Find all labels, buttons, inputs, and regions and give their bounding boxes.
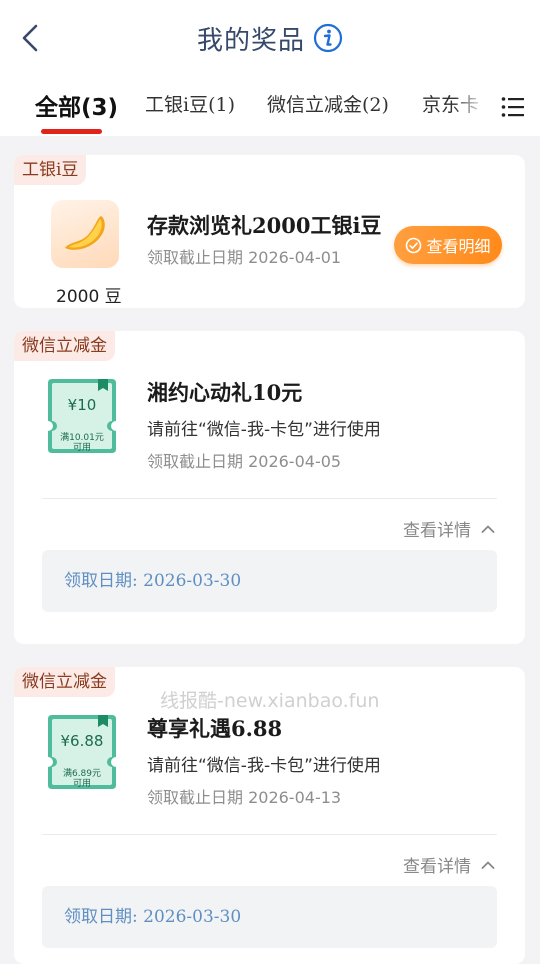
toggle-details-button[interactable]: 查看详情 bbox=[403, 852, 495, 877]
toggle-details-label: 查看详情 bbox=[403, 857, 471, 877]
coupon-image: ¥6.88 满6.89元 可用 bbox=[46, 713, 118, 791]
view-details-button[interactable]: 查看明细 bbox=[394, 226, 502, 264]
info-icon[interactable] bbox=[313, 23, 343, 53]
divider bbox=[42, 834, 497, 835]
chevron-up-icon bbox=[481, 861, 495, 869]
toggle-details-button[interactable]: 查看详情 bbox=[403, 516, 495, 541]
coupon-amount: ¥10 bbox=[67, 396, 97, 414]
prize-deadline: 领取截止日期 2026-04-13 bbox=[147, 788, 342, 807]
page-title: 我的奖品 bbox=[196, 25, 305, 56]
watermark: 线报酷-new.xianbao.fun bbox=[160, 690, 380, 712]
list-menu-icon bbox=[501, 97, 524, 117]
toggle-details-label: 查看详情 bbox=[403, 521, 471, 541]
tab-bar: 全部(3) 工银i豆(1) 微信立减金(2) 京东卡 bbox=[0, 78, 540, 136]
usage-instruction: 请前往“微信-我-卡包”进行使用 bbox=[147, 756, 381, 776]
category-tag: 微信立减金 bbox=[14, 331, 115, 361]
bean-icon bbox=[51, 200, 119, 268]
prize-deadline: 领取截止日期 2026-04-01 bbox=[147, 248, 342, 267]
tab-icbc-beans[interactable]: 工银i豆(1) bbox=[145, 90, 235, 117]
check-circle-icon bbox=[406, 237, 422, 253]
top-bar: 我的奖品 bbox=[0, 0, 540, 78]
prize-title: 存款浏览礼2000工银i豆 bbox=[147, 213, 382, 238]
prize-card-wechat-1: 微信立减金 ¥10 满10.01元 可用 湘约心动礼10元 请前往“微信-我-卡… bbox=[14, 331, 525, 644]
chevron-up-icon bbox=[481, 525, 495, 533]
coupon-image: ¥10 满10.01元 可用 bbox=[46, 377, 118, 455]
category-menu-button[interactable] bbox=[485, 78, 540, 136]
receive-date: 领取日期: 2026-03-30 bbox=[42, 550, 497, 612]
bean-count: 2000 豆 bbox=[56, 287, 122, 307]
divider bbox=[42, 498, 497, 499]
prize-card-beans: 工银i豆 2000 豆 存款浏览礼2000工银i豆 领取截止日期 2026-04… bbox=[14, 155, 525, 308]
tab-all[interactable]: 全部(3) bbox=[35, 88, 118, 122]
coupon-usable: 可用 bbox=[72, 779, 91, 789]
usage-instruction: 请前往“微信-我-卡包”进行使用 bbox=[147, 420, 381, 440]
category-tag: 工银i豆 bbox=[14, 155, 87, 185]
active-tab-indicator bbox=[41, 129, 102, 134]
prize-title: 尊享礼遇6.88 bbox=[147, 716, 283, 741]
prize-deadline: 领取截止日期 2026-04-05 bbox=[147, 452, 342, 471]
coupon-amount: ¥6.88 bbox=[60, 732, 104, 750]
view-details-label: 查看明细 bbox=[426, 237, 491, 256]
receive-date: 领取日期: 2026-03-30 bbox=[42, 886, 497, 948]
prize-title: 湘约心动礼10元 bbox=[147, 380, 303, 405]
coupon-usable: 可用 bbox=[72, 443, 91, 453]
tab-wechat-discount[interactable]: 微信立减金(2) bbox=[267, 90, 389, 117]
tabs-fade bbox=[455, 78, 485, 136]
category-tag: 微信立减金 bbox=[14, 667, 115, 697]
